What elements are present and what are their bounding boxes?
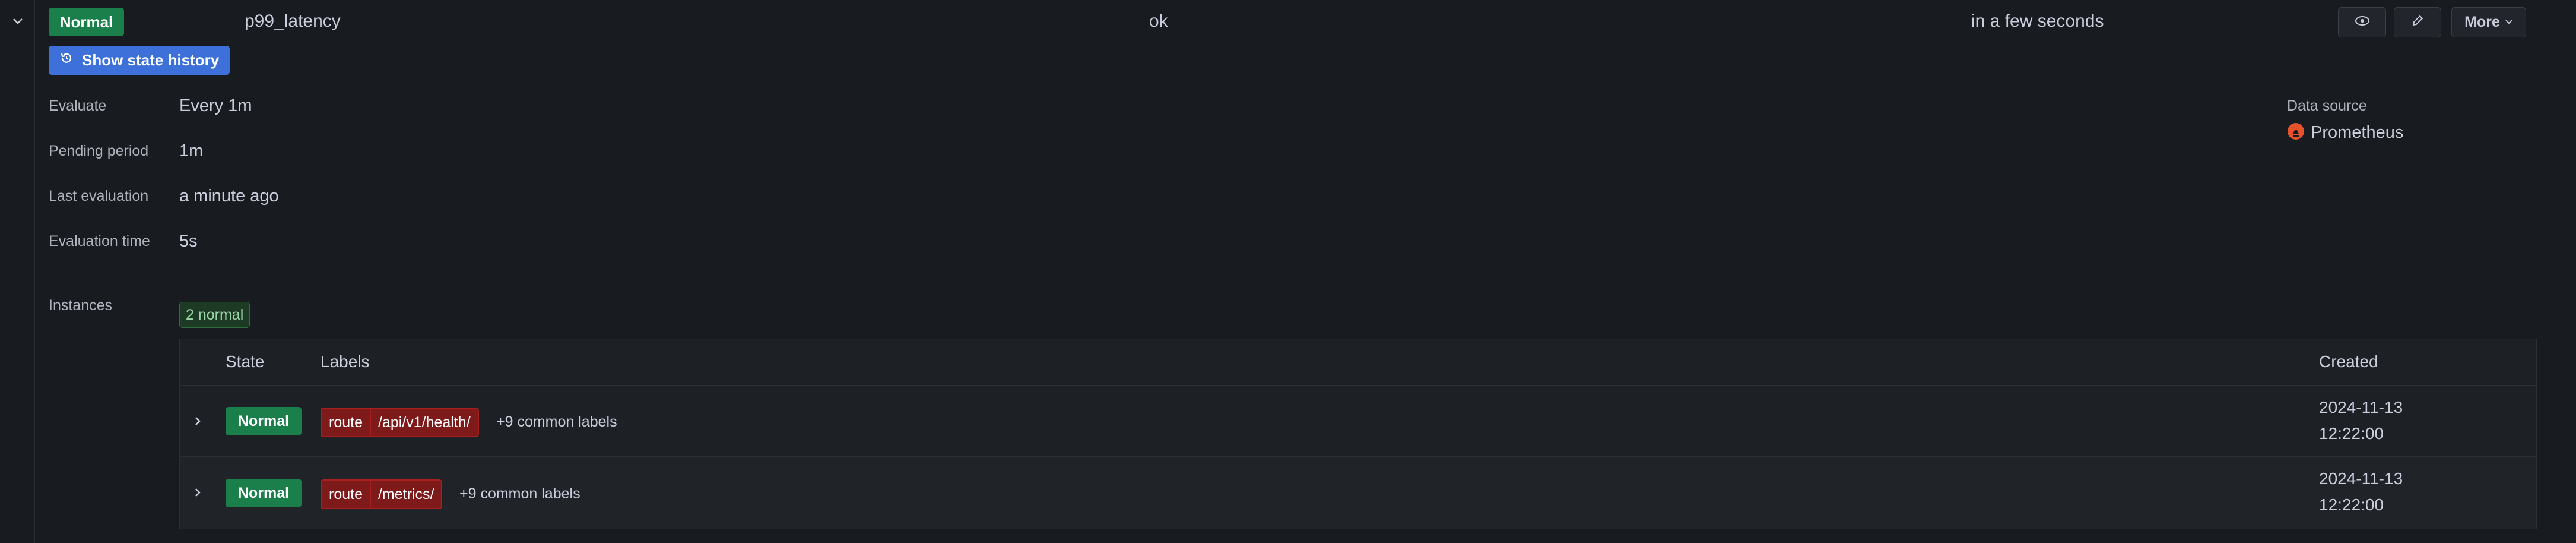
- more-label: More: [2464, 14, 2500, 30]
- pending-period-label: Pending period: [49, 143, 149, 159]
- evaluation-time-label: Evaluation time: [49, 233, 150, 250]
- column-header-created: Created: [2319, 352, 2378, 371]
- edit-button[interactable]: [2394, 7, 2441, 37]
- label-chip: route /api/v1/health/: [321, 408, 479, 437]
- data-source-value: Prometheus: [2311, 123, 2404, 142]
- last-evaluation-value: a minute ago: [179, 187, 279, 206]
- view-button[interactable]: [2338, 7, 2386, 37]
- history-icon: [59, 51, 74, 70]
- data-source-label: Data source: [2287, 97, 2367, 114]
- column-header-state: State: [226, 352, 265, 371]
- created-time: 12:22:00: [2319, 424, 2384, 443]
- instances-label: Instances: [49, 297, 113, 314]
- instance-state-badge: Normal: [226, 479, 302, 507]
- evaluate-value: Every 1m: [179, 96, 252, 115]
- created-date: 2024-11-13: [2319, 469, 2403, 488]
- rule-name: p99_latency: [245, 11, 341, 31]
- show-state-history-label: Show state history: [82, 51, 220, 69]
- label-chip: route /metrics/: [321, 479, 443, 509]
- evaluate-label: Evaluate: [49, 97, 107, 114]
- rule-next-evaluation: in a few seconds: [1971, 11, 2104, 31]
- collapse-chevron-icon[interactable]: [8, 12, 27, 31]
- column-header-labels: Labels: [321, 352, 370, 371]
- evaluation-time-value: 5s: [179, 232, 198, 251]
- show-state-history-button[interactable]: Show state history: [49, 46, 230, 75]
- rule-health: ok: [1149, 11, 1168, 31]
- label-value: /metrics/: [370, 481, 442, 508]
- common-labels: +9 common labels: [496, 413, 617, 430]
- last-evaluation-label: Last evaluation: [49, 188, 149, 204]
- label-key: route: [322, 481, 371, 508]
- label-value: /api/v1/health/: [370, 409, 478, 436]
- label-key: route: [322, 409, 371, 436]
- expand-row-icon[interactable]: [188, 411, 207, 432]
- common-labels: +9 common labels: [459, 485, 580, 502]
- data-source: Prometheus: [2287, 122, 2403, 143]
- prometheus-icon: [2287, 122, 2305, 143]
- chevron-down-icon: [2505, 17, 2513, 28]
- table-row[interactable]: Normal route /metrics/ +9 common labels …: [180, 456, 2536, 529]
- instances-count-badge: 2 normal: [179, 302, 250, 328]
- pencil-icon: [2411, 14, 2424, 30]
- instances-table: State Labels Created Normal route /api/v…: [179, 339, 2537, 529]
- table-row[interactable]: Normal route /api/v1/health/ +9 common l…: [180, 385, 2536, 457]
- expand-row-icon[interactable]: [188, 482, 207, 503]
- more-button[interactable]: More: [2451, 7, 2526, 37]
- created-time: 12:22:00: [2319, 495, 2384, 514]
- pending-period-value: 1m: [179, 141, 204, 160]
- left-rail: [0, 0, 35, 543]
- instance-state-badge: Normal: [226, 407, 302, 435]
- rule-state-badge: Normal: [49, 8, 124, 36]
- created-date: 2024-11-13: [2319, 398, 2403, 416]
- eye-icon: [2355, 15, 2370, 29]
